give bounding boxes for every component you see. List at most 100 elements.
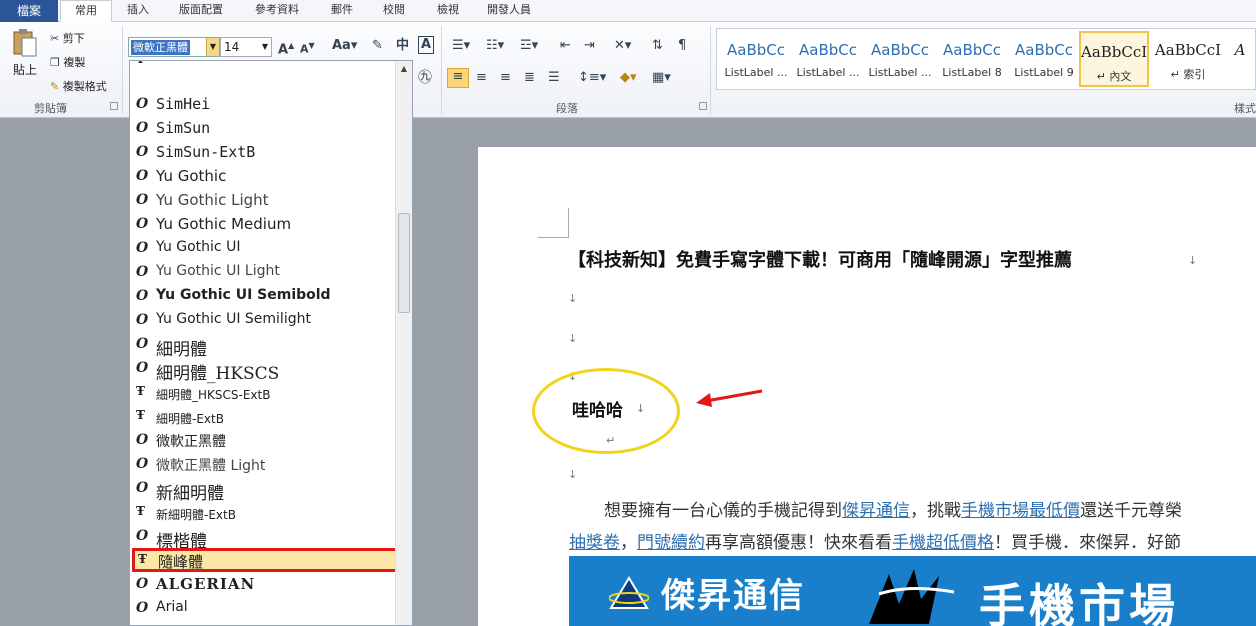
body-text: ， bbox=[620, 533, 637, 553]
font-dropdown-list[interactable]: Ŧ O SimHei O SimSun O SimSun-ExtB O Yu Gothi… bbox=[129, 60, 413, 626]
character-border-icon[interactable]: A bbox=[418, 36, 435, 54]
tab-mailings[interactable]: 郵件 bbox=[322, 0, 362, 22]
font-name-value: 微軟正黑體 bbox=[131, 40, 190, 55]
tab-file[interactable]: 檔案 bbox=[0, 0, 58, 22]
font-item[interactable]: O Arial bbox=[130, 597, 396, 621]
font-item[interactable]: O 細明體_HKSCS bbox=[130, 357, 396, 384]
font-size-combobox[interactable]: 14 ▼ bbox=[220, 37, 272, 57]
truetype-icon: Ŧ bbox=[136, 61, 145, 66]
phonetic-guide-icon[interactable]: 中 bbox=[396, 38, 409, 54]
tab-view[interactable]: 檢視 bbox=[428, 0, 468, 22]
paste-button[interactable]: 貼上 bbox=[8, 28, 42, 88]
copy-button[interactable]: ❐ 複製 bbox=[50, 54, 85, 70]
style-normal[interactable]: AaBbCcI ↵ 內文 bbox=[1079, 31, 1149, 87]
clear-formatting-icon[interactable]: ✎ bbox=[372, 38, 383, 54]
font-item-label: ALGERIAN bbox=[156, 575, 256, 593]
style-listlabel-2[interactable]: AaBbCc ListLabel ... bbox=[793, 31, 863, 87]
paragraph-launcher-icon[interactable] bbox=[699, 102, 707, 110]
style-listlabel-9[interactable]: AaBbCc ListLabel 9 bbox=[1009, 31, 1079, 87]
body-paragraph-line-1[interactable]: 想要擁有一台心儀的手機記得到傑昇通信，挑戰手機市場最低價還送千元尊榮 bbox=[604, 496, 1182, 521]
link-lowest-price[interactable]: 手機市場最低價 bbox=[961, 501, 1080, 521]
dropdown-scrollbar[interactable]: ▲ bbox=[395, 61, 412, 625]
body-text: 再享高額優惠！快來看看 bbox=[705, 533, 892, 553]
group-divider bbox=[441, 26, 442, 114]
change-case-icon[interactable]: Aa▾ bbox=[332, 38, 357, 54]
font-item[interactable]: O Yu Gothic UI Light bbox=[130, 261, 396, 285]
justify-icon[interactable]: ≣ bbox=[524, 70, 535, 86]
line-spacing-icon[interactable]: ↕≡▾ bbox=[578, 70, 606, 86]
opentype-icon: O bbox=[136, 120, 149, 136]
tab-page-layout[interactable]: 版面配置 bbox=[172, 0, 230, 22]
link-jyes[interactable]: 傑昇通信 bbox=[842, 501, 910, 521]
font-item[interactable]: Ŧ 新細明體-ExtB bbox=[130, 501, 396, 525]
bullets-icon[interactable]: ☰▾ bbox=[452, 38, 470, 54]
chevron-down-icon[interactable]: ▼ bbox=[206, 38, 219, 56]
style-index[interactable]: AaBbCcI ↵ 索引 bbox=[1153, 31, 1223, 87]
style-sample: AaBbCcI bbox=[1081, 43, 1147, 61]
style-sample: AaBbCcI bbox=[1154, 41, 1222, 59]
link-super-low-price[interactable]: 手機超低價格 bbox=[892, 533, 994, 553]
align-left-icon[interactable]: ≡ bbox=[447, 68, 469, 88]
multilevel-list-icon[interactable]: ☲▾ bbox=[520, 38, 538, 54]
font-name-combobox[interactable]: 微軟正黑體 ▼ bbox=[128, 37, 220, 57]
tab-review[interactable]: 校閱 bbox=[374, 0, 414, 22]
font-item[interactable]: O Yu Gothic bbox=[130, 165, 396, 189]
font-item[interactable]: O Yu Gothic UI Semilight bbox=[130, 309, 396, 333]
style-listlabel-1[interactable]: AaBbCc ListLabel ... bbox=[721, 31, 791, 87]
clipboard-launcher-icon[interactable] bbox=[110, 102, 118, 110]
font-item-selected[interactable]: Ŧ 隨峰體 bbox=[132, 548, 400, 572]
font-item[interactable]: O Yu Gothic Light bbox=[130, 189, 396, 213]
align-center-icon[interactable]: ≡ bbox=[476, 70, 487, 86]
font-item[interactable]: O Yu Gothic UI Semibold bbox=[130, 285, 396, 309]
font-item[interactable]: O 微軟正黑體 Light bbox=[130, 453, 396, 477]
font-item[interactable]: O 微軟正黑體 bbox=[130, 429, 396, 453]
shading-icon[interactable]: ◆▾ bbox=[620, 70, 637, 86]
numbering-icon[interactable]: ☷▾ bbox=[486, 38, 504, 54]
borders-icon[interactable]: ▦▾ bbox=[652, 70, 671, 86]
font-item[interactable]: O SimHei bbox=[130, 93, 396, 117]
font-item[interactable]: O 新細明體 bbox=[130, 477, 396, 504]
tab-insert[interactable]: 插入 bbox=[118, 0, 158, 22]
font-item[interactable]: O SimSun-ExtB bbox=[130, 141, 396, 165]
font-item[interactable]: O 細明體 bbox=[130, 333, 396, 360]
decrease-indent-icon[interactable]: ⇤ bbox=[560, 38, 571, 54]
align-right-icon[interactable]: ≡ bbox=[500, 70, 511, 86]
font-item[interactable]: O ALGERIAN bbox=[130, 573, 396, 597]
sort-icon[interactable]: ⇅ bbox=[652, 38, 663, 54]
opentype-icon: O bbox=[136, 576, 149, 592]
scrollbar-thumb[interactable] bbox=[398, 213, 410, 313]
tab-developer[interactable]: 開發人員 bbox=[478, 0, 540, 22]
show-marks-icon[interactable]: ¶ bbox=[678, 38, 686, 54]
font-item[interactable]: O 標楷體 bbox=[130, 525, 396, 552]
style-more[interactable]: A bbox=[1225, 31, 1255, 87]
paragraph-mark: ↓ bbox=[1188, 254, 1198, 267]
enclose-characters-icon[interactable]: ㊈ bbox=[418, 70, 432, 86]
style-listlabel-8[interactable]: AaBbCc ListLabel 8 bbox=[937, 31, 1007, 87]
increase-indent-icon[interactable]: ⇥ bbox=[584, 38, 595, 54]
opentype-icon: O bbox=[136, 432, 149, 448]
font-item-partial[interactable]: Ŧ bbox=[130, 61, 396, 73]
body-text: 還送千元尊榮 bbox=[1080, 501, 1182, 521]
style-listlabel-3[interactable]: AaBbCc ListLabel ... bbox=[865, 31, 935, 87]
font-item[interactable]: O SimSun bbox=[130, 117, 396, 141]
font-item[interactable]: O Yu Gothic Medium bbox=[130, 213, 396, 237]
cut-button[interactable]: ✂ 剪下 bbox=[50, 30, 85, 46]
distributed-icon[interactable]: ☰ bbox=[548, 70, 560, 86]
link-lottery[interactable]: 抽獎卷 bbox=[569, 533, 620, 553]
body-text: ！買手機．來傑昇．好節 bbox=[994, 533, 1181, 553]
font-item[interactable]: O Yu Gothic UI bbox=[130, 237, 396, 261]
asian-layout-icon[interactable]: ✕▾ bbox=[614, 38, 631, 54]
font-item[interactable]: Ŧ 細明體-ExtB bbox=[130, 405, 396, 429]
document-title[interactable]: 【科技新知】免費手寫字體下載！可商用「隨峰開源」字型推薦 bbox=[568, 246, 1072, 272]
shrink-font-icon[interactable]: A▼ bbox=[300, 38, 315, 58]
font-item[interactable]: Ŧ 細明體_HKSCS-ExtB bbox=[130, 381, 396, 405]
style-name: ListLabel ... bbox=[796, 66, 860, 79]
scroll-up-icon[interactable]: ▲ bbox=[396, 61, 412, 77]
font-item-label: 隨峰體 bbox=[158, 553, 204, 571]
tab-home[interactable]: 常用 bbox=[60, 0, 112, 23]
grow-font-icon[interactable]: A▲ bbox=[278, 38, 294, 58]
link-renewal[interactable]: 門號續約 bbox=[637, 533, 705, 553]
format-painter-button[interactable]: ✎ 複製格式 bbox=[50, 78, 107, 94]
body-paragraph-line-2[interactable]: 抽獎卷，門號續約再享高額優惠！快來看看手機超低價格！買手機．來傑昇．好節 bbox=[569, 528, 1181, 553]
tab-references[interactable]: 參考資料 bbox=[248, 0, 306, 22]
